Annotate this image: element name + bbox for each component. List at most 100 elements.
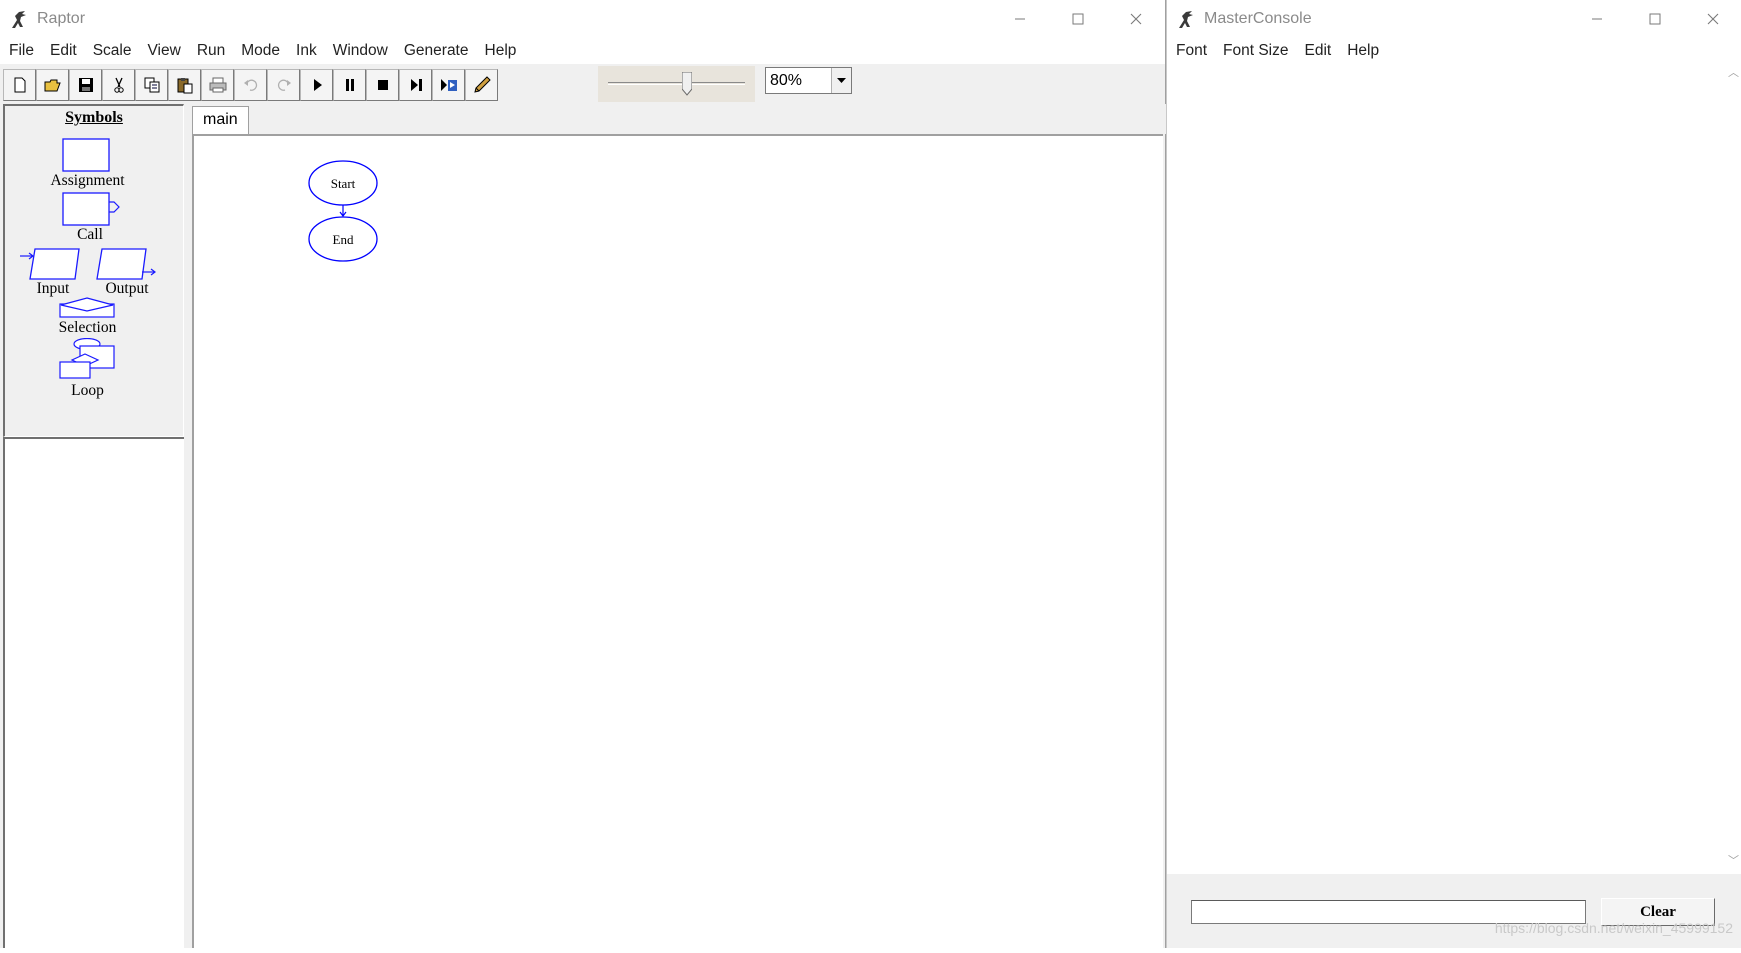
loop-symbol-icon[interactable] bbox=[58, 338, 116, 380]
variables-panel bbox=[3, 437, 184, 948]
menu-window[interactable]: Window bbox=[325, 38, 396, 64]
stop-button[interactable] bbox=[366, 69, 399, 101]
menu-generate[interactable]: Generate bbox=[396, 38, 477, 64]
zoom-slider[interactable] bbox=[598, 66, 755, 102]
printer-icon bbox=[209, 77, 226, 93]
paste-clipboard-icon bbox=[177, 78, 192, 94]
masterconsole-window: MasterConsole Font Font Size Edit Help ︿… bbox=[1166, 0, 1741, 948]
paste-button[interactable] bbox=[168, 69, 201, 101]
new-file-icon bbox=[14, 77, 25, 93]
panel-divider[interactable] bbox=[184, 104, 190, 948]
run-to-cursor-button[interactable] bbox=[432, 69, 465, 101]
input-symbol-icon[interactable] bbox=[19, 246, 81, 282]
zoom-dropdown[interactable]: 80% bbox=[765, 67, 852, 94]
assignment-symbol-icon[interactable] bbox=[62, 138, 110, 172]
redo-icon bbox=[277, 79, 291, 91]
selection-label: Selection bbox=[58, 319, 117, 336]
symbols-panel: Symbols Assignment Call Input Output Sel… bbox=[3, 104, 184, 437]
assignment-label: Assignment bbox=[50, 172, 125, 189]
raptor-window: Raptor File Edit Scale View Run Mode Ink… bbox=[0, 0, 1166, 948]
minimize-button[interactable] bbox=[991, 0, 1049, 38]
console-minimize-button[interactable] bbox=[1568, 0, 1626, 38]
raptor-toolbar: 80% bbox=[0, 64, 1165, 104]
step-icon bbox=[410, 79, 422, 91]
end-node[interactable]: End bbox=[308, 216, 378, 262]
step-button[interactable] bbox=[399, 69, 432, 101]
input-label: Input bbox=[36, 280, 70, 297]
selection-symbol-icon[interactable] bbox=[58, 297, 116, 319]
minimize-icon bbox=[1015, 18, 1025, 20]
pen-icon bbox=[473, 76, 491, 93]
undo-button[interactable] bbox=[234, 69, 267, 101]
open-button[interactable] bbox=[36, 69, 69, 101]
menu-ink[interactable]: Ink bbox=[288, 38, 325, 64]
menu-help[interactable]: Help bbox=[477, 38, 525, 64]
console-menu-font[interactable]: Font bbox=[1167, 38, 1215, 64]
scissors-icon bbox=[113, 77, 124, 93]
flowchart-drawing: Start End bbox=[308, 160, 378, 262]
menu-file[interactable]: File bbox=[0, 38, 42, 64]
chevron-down-icon bbox=[837, 77, 846, 83]
minimize-icon bbox=[1592, 18, 1602, 20]
slider-thumb-icon[interactable] bbox=[682, 72, 692, 96]
output-label: Output bbox=[105, 280, 149, 297]
menu-mode[interactable]: Mode bbox=[233, 38, 288, 64]
maximize-button[interactable] bbox=[1049, 0, 1107, 38]
symbols-title: Symbols bbox=[65, 109, 123, 126]
end-label: End bbox=[333, 232, 354, 247]
zoom-slider-track bbox=[608, 82, 745, 85]
zoom-value: 80% bbox=[770, 71, 803, 89]
loop-label: Loop bbox=[71, 382, 104, 399]
console-scrollbar[interactable]: ︿ ﹀ bbox=[1725, 64, 1741, 874]
console-titlebar[interactable]: MasterConsole bbox=[1167, 0, 1741, 38]
raptor-app-icon bbox=[1179, 11, 1193, 28]
console-menubar: Font Font Size Edit Help bbox=[1167, 38, 1741, 64]
pause-icon bbox=[345, 79, 354, 91]
redo-button[interactable] bbox=[267, 69, 300, 101]
ink-pen-button[interactable] bbox=[465, 69, 498, 101]
output-symbol-icon[interactable] bbox=[96, 246, 158, 282]
save-button[interactable] bbox=[69, 69, 102, 101]
close-icon bbox=[1130, 13, 1142, 25]
console-window-title: MasterConsole bbox=[1204, 10, 1312, 27]
console-menu-edit[interactable]: Edit bbox=[1297, 38, 1340, 64]
flowchart-canvas[interactable]: Start End bbox=[192, 134, 1163, 948]
open-folder-icon bbox=[44, 79, 61, 92]
call-symbol-icon[interactable] bbox=[62, 192, 124, 226]
save-disk-icon bbox=[78, 78, 93, 92]
menu-view[interactable]: View bbox=[139, 38, 188, 64]
copy-button[interactable] bbox=[135, 69, 168, 101]
tab-main[interactable]: main bbox=[192, 106, 249, 134]
stop-icon bbox=[377, 80, 388, 90]
menu-run[interactable]: Run bbox=[189, 38, 233, 64]
tab-strip: main bbox=[190, 104, 1166, 134]
close-button[interactable] bbox=[1107, 0, 1165, 38]
watermark-text: https://blog.csdn.net/weixin_45999152 bbox=[1494, 920, 1733, 936]
start-node[interactable]: Start bbox=[308, 160, 378, 206]
console-menu-help[interactable]: Help bbox=[1339, 38, 1387, 64]
close-icon bbox=[1707, 13, 1719, 25]
undo-icon bbox=[243, 79, 257, 91]
execute-button[interactable] bbox=[300, 69, 333, 101]
raptor-titlebar[interactable]: Raptor bbox=[0, 0, 1165, 38]
scroll-down-icon[interactable]: ﹀ bbox=[1728, 856, 1739, 867]
scroll-up-icon[interactable]: ︿ bbox=[1728, 68, 1739, 79]
raptor-app-icon bbox=[12, 11, 26, 28]
maximize-icon bbox=[1649, 13, 1661, 25]
zoom-dropdown-arrow[interactable] bbox=[831, 68, 851, 93]
console-close-button[interactable] bbox=[1684, 0, 1741, 38]
copy-icon bbox=[144, 77, 159, 93]
new-button[interactable] bbox=[3, 69, 36, 101]
menu-scale[interactable]: Scale bbox=[85, 38, 140, 64]
raptor-menubar: File Edit Scale View Run Mode Ink Window… bbox=[0, 38, 1165, 64]
console-menu-font-size[interactable]: Font Size bbox=[1215, 38, 1296, 64]
console-maximize-button[interactable] bbox=[1626, 0, 1684, 38]
cut-button[interactable] bbox=[102, 69, 135, 101]
console-output-area[interactable]: ︿ ﹀ bbox=[1167, 64, 1741, 874]
print-button[interactable] bbox=[201, 69, 234, 101]
maximize-icon bbox=[1072, 13, 1084, 25]
menu-edit[interactable]: Edit bbox=[42, 38, 85, 64]
call-label: Call bbox=[77, 226, 103, 243]
pause-button[interactable] bbox=[333, 69, 366, 101]
start-label: Start bbox=[331, 176, 356, 191]
